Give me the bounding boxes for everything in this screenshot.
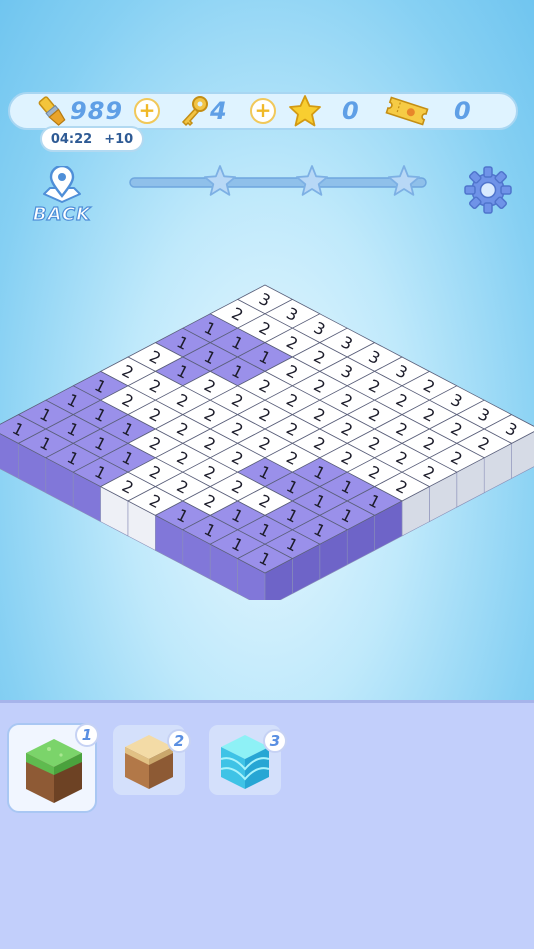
map-pin-icon bbox=[43, 164, 81, 203]
add-key-button[interactable]: + bbox=[250, 98, 276, 124]
back-button[interactable]: BACK bbox=[22, 164, 102, 228]
ticket-counter: 0 bbox=[384, 94, 472, 128]
star-icon bbox=[289, 95, 321, 127]
timer-value: 04:22 bbox=[50, 131, 93, 147]
palette-slot-sand[interactable]: 2 bbox=[113, 725, 191, 795]
star-counter: 0 bbox=[288, 94, 360, 128]
palette-number-1: 1 bbox=[75, 723, 99, 747]
progress-track bbox=[129, 177, 427, 188]
add-brush-button[interactable]: + bbox=[134, 98, 160, 124]
brush-counter: 989 bbox=[34, 94, 123, 128]
resource-bar: 989 + 4 + 0 0 bbox=[8, 92, 518, 130]
key-count: 4 bbox=[210, 97, 228, 125]
timer-bonus: +10 bbox=[104, 131, 134, 147]
ticket-count: 0 bbox=[454, 97, 472, 125]
back-label: BACK bbox=[32, 203, 92, 225]
paint-brush-icon bbox=[38, 96, 66, 126]
settings-gear-icon[interactable] bbox=[462, 164, 514, 216]
puzzle-board[interactable]: 3323213211321123321122222221322222213222… bbox=[0, 270, 534, 600]
block-palette: 1 2 3 bbox=[0, 700, 534, 949]
timer-pill: 04:22 +10 bbox=[40, 126, 144, 152]
palette-slot-water[interactable]: 3 bbox=[209, 725, 287, 795]
palette-number-3: 3 bbox=[263, 729, 287, 753]
brush-count: 989 bbox=[70, 97, 124, 125]
progress-star-3 bbox=[387, 165, 421, 196]
key-icon bbox=[181, 96, 208, 127]
progress-star-1 bbox=[203, 165, 237, 196]
star-count: 0 bbox=[342, 97, 360, 125]
ticket-icon bbox=[385, 96, 429, 126]
palette-number-2: 2 bbox=[167, 729, 191, 753]
star-progress-bar bbox=[129, 165, 427, 196]
key-counter: 4 bbox=[178, 94, 228, 128]
progress-star-2 bbox=[295, 165, 329, 196]
palette-slot-grass[interactable]: 1 bbox=[7, 723, 99, 813]
